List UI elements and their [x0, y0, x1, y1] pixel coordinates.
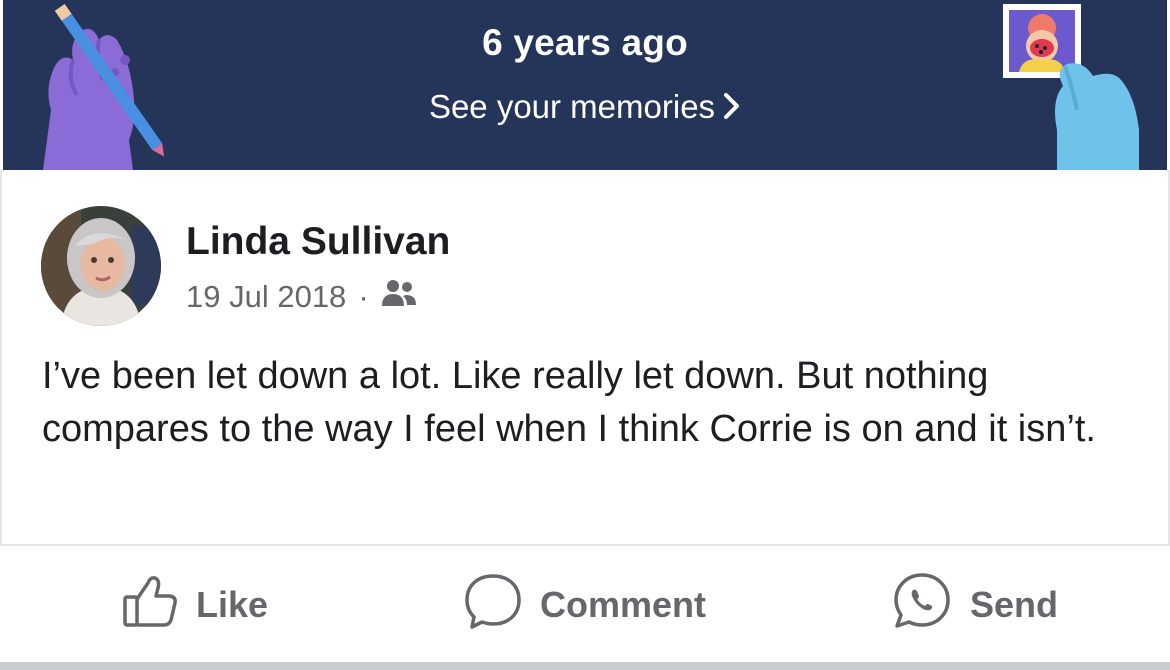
- send-button[interactable]: Send: [780, 548, 1170, 662]
- profile-photo: [41, 206, 161, 326]
- post-card: Linda Sullivan 19 Jul 2018 · I’ve been l…: [0, 170, 1170, 546]
- meta-separator: ·: [358, 279, 369, 314]
- post-actions-bar: Like Comment Send: [0, 548, 1170, 662]
- memories-banner[interactable]: 6 years ago See your memories: [3, 0, 1167, 170]
- comment-label: Comment: [539, 584, 706, 625]
- author-name[interactable]: Linda Sullivan: [186, 220, 450, 264]
- send-label: Send: [969, 584, 1058, 625]
- whatsapp-icon: [892, 571, 970, 640]
- friends-icon[interactable]: [381, 278, 417, 316]
- post-date[interactable]: 19 Jul 2018: [186, 279, 346, 315]
- bottom-divider: [0, 662, 1170, 670]
- thumbs-up-icon: [122, 574, 196, 637]
- chevron-right-icon: [723, 90, 741, 128]
- post-meta: 19 Jul 2018 ·: [186, 278, 417, 316]
- post-text: I’ve been let down a lot. Like really le…: [42, 355, 1096, 450]
- comment-button[interactable]: Comment: [390, 548, 780, 662]
- avatar[interactable]: [41, 206, 161, 326]
- photo-hand-illustration: [1003, 4, 1139, 170]
- speech-bubble-icon: [464, 572, 540, 639]
- see-memories-label: See your memories: [428, 88, 716, 125]
- like-label: Like: [195, 584, 269, 625]
- like-button[interactable]: Like: [0, 548, 390, 662]
